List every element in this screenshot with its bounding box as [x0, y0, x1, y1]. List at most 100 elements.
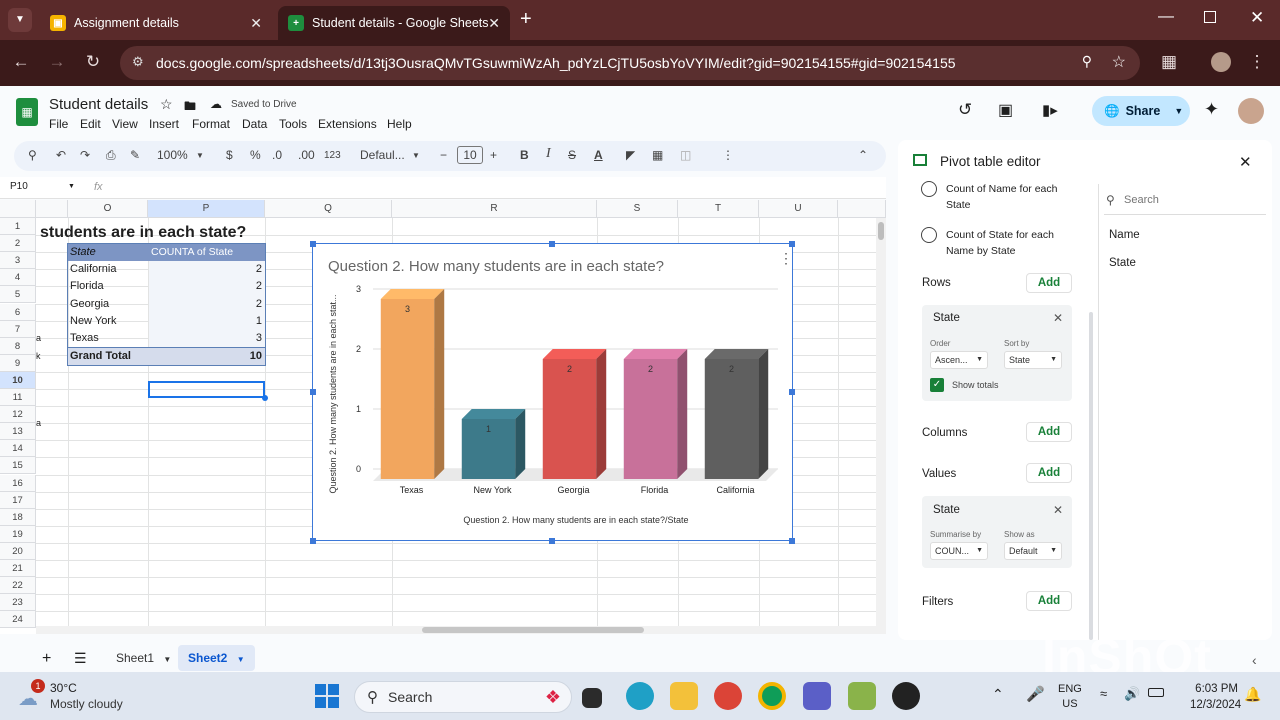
- col-header-v[interactable]: [838, 200, 886, 218]
- show-totals-checkbox[interactable]: ✓: [930, 378, 944, 392]
- decrease-font-size-button[interactable]: −: [440, 148, 447, 162]
- pivot-state-cell[interactable]: New York: [70, 313, 116, 330]
- row-header[interactable]: 4: [0, 269, 36, 287]
- profile-avatar[interactable]: [1211, 52, 1231, 72]
- bar[interactable]: [542, 359, 597, 479]
- bar[interactable]: [380, 299, 435, 479]
- close-panel-icon[interactable]: ✕: [1239, 153, 1252, 171]
- collapse-toolbar-icon[interactable]: ⌃: [858, 148, 868, 162]
- row-header[interactable]: 11: [0, 389, 36, 406]
- zoom-chevron-icon[interactable]: ▼: [196, 151, 204, 160]
- print-icon[interactable]: ⎙: [106, 148, 116, 163]
- gemini-icon[interactable]: ✦: [1204, 99, 1219, 120]
- forward-arrow-icon[interactable]: →: [46, 52, 68, 72]
- file-explorer-icon[interactable]: [670, 682, 698, 710]
- horizontal-scroll-thumb[interactable]: [422, 627, 644, 633]
- bookmark-star-icon[interactable]: ☆: [1112, 52, 1126, 72]
- increase-decimal-button[interactable]: .00: [298, 148, 315, 162]
- row-header[interactable]: 10: [0, 371, 36, 389]
- browser-tab-assignment[interactable]: ▣ Assignment details ✕: [40, 6, 272, 40]
- app-icon[interactable]: [848, 682, 876, 710]
- volume-icon[interactable]: 🔊: [1124, 686, 1140, 702]
- row-header[interactable]: 18: [0, 508, 36, 526]
- account-avatar[interactable]: [1238, 98, 1264, 124]
- pivot-header-count[interactable]: COUNTA of State: [151, 244, 233, 261]
- suggestion-label[interactable]: Count of Name for each State: [946, 181, 1068, 213]
- maximize-button[interactable]: [1204, 11, 1216, 23]
- spreadsheet-grid[interactable]: O P Q R S T U 1 2 3 4 5 6 7 8 9 10 11 12 13 14 15 16 17 1…: [0, 200, 886, 634]
- start-button[interactable]: [315, 684, 339, 708]
- pivot-count-cell[interactable]: 2: [240, 278, 262, 295]
- pivot-state-cell[interactable]: Georgia: [70, 296, 109, 313]
- row-header[interactable]: 21: [0, 560, 36, 577]
- bold-button[interactable]: B: [520, 148, 529, 162]
- move-folder-icon[interactable]: 🖿: [184, 97, 196, 118]
- col-header-p[interactable]: P: [148, 200, 265, 218]
- weather-temp[interactable]: 30°C: [50, 681, 77, 695]
- share-button[interactable]: 🌐 Share ▼: [1092, 96, 1190, 126]
- chrome-profile-icon[interactable]: [758, 682, 786, 710]
- sheet-heading[interactable]: students are in each state?: [40, 222, 246, 244]
- pivot-state-cell[interactable]: California: [70, 261, 116, 278]
- side-panel-collapse-icon[interactable]: ‹: [1252, 652, 1257, 668]
- clock[interactable]: 6:03 PM 12/3/2024: [1190, 681, 1241, 713]
- extensions-icon[interactable]: ▦: [1158, 52, 1180, 72]
- close-window-button[interactable]: ✕: [1250, 8, 1264, 28]
- col-header-n[interactable]: [36, 200, 68, 218]
- show-as-select[interactable]: Default ▼: [1004, 542, 1062, 560]
- sort-by-select[interactable]: State ▼: [1004, 351, 1062, 369]
- pivot-header-state[interactable]: State: [70, 244, 96, 261]
- site-info-icon[interactable]: ⚙: [132, 54, 144, 70]
- doc-title[interactable]: Student details: [49, 96, 148, 113]
- more-options-icon[interactable]: ⋮: [722, 148, 734, 162]
- bar-chart[interactable]: Question 2. How many students are in eac…: [313, 244, 791, 539]
- language-indicator[interactable]: ENG US: [1058, 682, 1082, 712]
- new-tab-button[interactable]: +: [520, 8, 532, 31]
- row-header[interactable]: 14: [0, 440, 36, 458]
- menu-view[interactable]: View: [112, 117, 138, 131]
- chart-resize-handle[interactable]: [549, 241, 555, 247]
- row-header[interactable]: 7: [0, 320, 36, 338]
- suggestion-radio[interactable]: [921, 227, 937, 243]
- wifi-icon[interactable]: ≈: [1100, 686, 1107, 701]
- minimize-button[interactable]: —: [1158, 8, 1174, 26]
- row-header[interactable]: 17: [0, 491, 36, 509]
- reload-icon[interactable]: ↻: [82, 52, 104, 72]
- strikethrough-icon[interactable]: S: [568, 148, 576, 162]
- increase-font-size-button[interactable]: +: [490, 148, 497, 162]
- font-chevron-icon[interactable]: ▼: [412, 151, 420, 160]
- pivot-state-cell[interactable]: Texas: [70, 330, 99, 347]
- row-header[interactable]: 12: [0, 406, 36, 424]
- tab-list-button[interactable]: ▼: [8, 8, 32, 32]
- meet-icon[interactable]: ▮▸: [1042, 101, 1058, 119]
- fill-color-icon[interactable]: ◤: [626, 148, 635, 162]
- panel-scrollbar[interactable]: [1089, 312, 1093, 640]
- add-filter-button[interactable]: Add: [1026, 591, 1072, 611]
- star-icon[interactable]: ☆: [160, 96, 173, 113]
- add-value-button[interactable]: Add: [1026, 463, 1072, 483]
- order-select[interactable]: Ascen... ▼: [930, 351, 988, 369]
- col-header-u[interactable]: U: [759, 200, 838, 218]
- add-column-button[interactable]: Add: [1026, 422, 1072, 442]
- row-header[interactable]: 15: [0, 457, 36, 475]
- menu-format[interactable]: Format: [192, 117, 230, 131]
- font-select[interactable]: Defaul...: [360, 148, 405, 162]
- redo-icon[interactable]: ↷: [80, 148, 90, 162]
- field-item-state[interactable]: State: [1109, 257, 1136, 269]
- currency-button[interactable]: $: [226, 148, 233, 162]
- vertical-scrollbar[interactable]: [876, 218, 886, 634]
- chart-container[interactable]: Question 2. How many students are in eac…: [312, 243, 793, 541]
- menu-insert[interactable]: Insert: [149, 117, 179, 131]
- row-header[interactable]: 3: [0, 252, 36, 270]
- task-view-icon[interactable]: [582, 688, 602, 708]
- edge-icon[interactable]: [626, 682, 654, 710]
- row-header[interactable]: 13: [0, 423, 36, 441]
- fill-handle[interactable]: [262, 395, 268, 401]
- col-header-t[interactable]: T: [678, 200, 759, 218]
- row-header[interactable]: 22: [0, 577, 36, 595]
- horizontal-scrollbar[interactable]: [36, 626, 876, 634]
- sheet-tab-chevron-icon[interactable]: ▼: [237, 655, 245, 664]
- col-header-o[interactable]: O: [68, 200, 148, 218]
- row-header[interactable]: 16: [0, 474, 36, 492]
- suggestion-radio[interactable]: [921, 181, 937, 197]
